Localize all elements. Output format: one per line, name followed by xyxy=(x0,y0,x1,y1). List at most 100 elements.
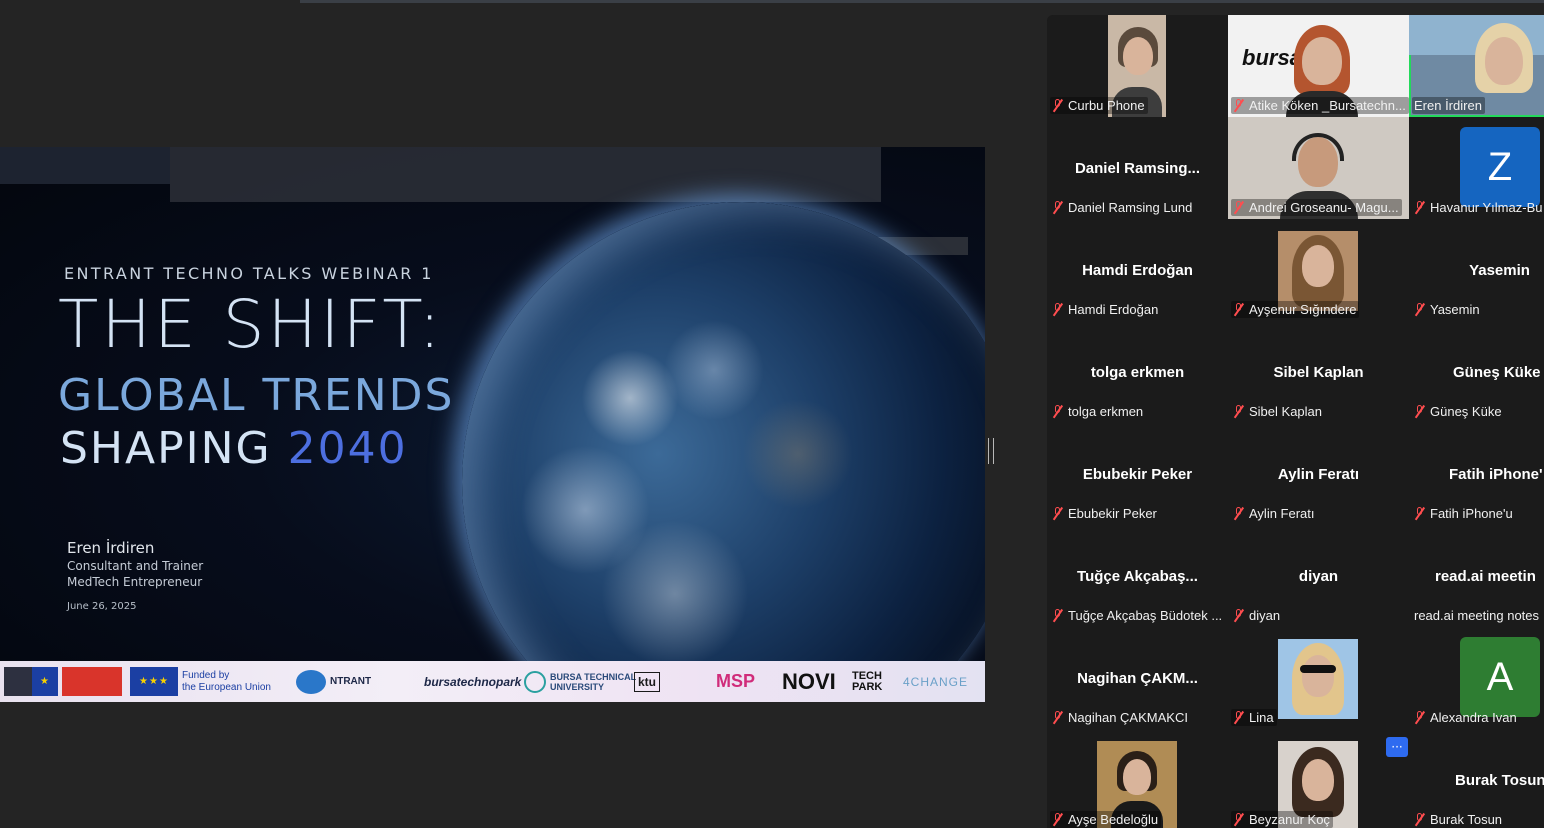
participant-tile[interactable]: Daniel Ramsing... Daniel Ramsing Lund xyxy=(1047,117,1228,219)
entrant-logo: NTRANT xyxy=(296,667,371,696)
participant-tile[interactable]: Ayşe Bedeloğlu xyxy=(1047,729,1228,828)
participant-name-label: Aylin Feratı xyxy=(1231,505,1318,522)
participant-photo xyxy=(1278,231,1358,311)
4change-logo: 4CHANGE xyxy=(903,674,969,689)
participant-avatar: Z xyxy=(1460,127,1540,207)
participant-tile[interactable]: Fatih iPhone' Fatih iPhone'u xyxy=(1409,423,1544,525)
mic-muted-icon xyxy=(1052,609,1064,622)
mic-muted-icon xyxy=(1414,405,1426,418)
participant-name-label: Fatih iPhone'u xyxy=(1412,505,1516,522)
panel-resize-handle[interactable] xyxy=(988,438,994,464)
mic-muted-icon xyxy=(1052,303,1064,316)
participant-name-label: Havanur Yılmaz-Bu xyxy=(1412,199,1544,216)
participant-name-label: Ayşenur Sığındere xyxy=(1231,301,1360,318)
participant-name-label: Nagihan ÇAKMAKCI xyxy=(1050,709,1191,726)
participant-tile[interactable]: Güneş Küke Güneş Küke xyxy=(1409,321,1544,423)
mic-muted-icon xyxy=(1052,405,1064,418)
participant-tile[interactable]: Ebubekir Peker Ebubekir Peker xyxy=(1047,423,1228,525)
participant-tile[interactable]: Lina xyxy=(1228,627,1409,729)
participant-display-name: read.ai meetin xyxy=(1435,568,1536,585)
participant-name-label: Hamdi Erdoğan xyxy=(1050,301,1161,318)
subtitle-year: 2040 xyxy=(287,423,408,474)
participant-tile[interactable]: read.ai meetin read.ai meeting notes xyxy=(1409,525,1544,627)
participant-tile[interactable]: Yasemin Yasemin xyxy=(1409,219,1544,321)
mic-muted-icon xyxy=(1233,201,1245,214)
participant-tile[interactable]: Tuğçe Akçabaş... Tuğçe Akçabaş Büdotek .… xyxy=(1047,525,1228,627)
participant-tile[interactable]: Sibel Kaplan Sibel Kaplan xyxy=(1228,321,1409,423)
mic-muted-icon xyxy=(1052,201,1064,214)
participant-display-name: Burak Tosun xyxy=(1455,772,1544,789)
subtitle-word: SHAPING xyxy=(60,423,272,474)
participant-name-label: Eren İrdiren xyxy=(1412,97,1485,114)
techpark-logo: TECH PARK xyxy=(852,669,883,693)
participant-name-label: Yasemin xyxy=(1412,301,1483,318)
msp-logo: MSP xyxy=(716,671,756,691)
participant-tile[interactable]: Z Havanur Yılmaz-Bu xyxy=(1409,117,1544,219)
mic-muted-icon xyxy=(1052,711,1064,724)
more-options-button[interactable]: ··· xyxy=(1386,737,1408,757)
participant-name-label: Tuğçe Akçabaş Büdotek ... xyxy=(1050,607,1225,624)
mic-muted-icon xyxy=(1233,99,1245,112)
partner-logo xyxy=(62,667,122,696)
participant-tile[interactable]: Andrei Groseanu- Magu... xyxy=(1228,117,1409,219)
eu-funding-text: Funded by xyxy=(182,669,230,681)
participant-display-name: Sibel Kaplan xyxy=(1273,364,1364,381)
background-brand-text: bursa xyxy=(1242,45,1302,70)
participant-name-label: read.ai meeting notes xyxy=(1414,608,1540,623)
mic-muted-icon xyxy=(1414,507,1426,520)
slide-subtitle-line1: GLOBAL TRENDS xyxy=(58,370,455,421)
presenter-name: Eren İrdiren xyxy=(67,539,155,557)
participant-name-label: Lina xyxy=(1231,709,1277,726)
ktu-logo: ktu xyxy=(634,667,660,696)
participant-tile[interactable]: tolga erkmen tolga erkmen xyxy=(1047,321,1228,423)
participant-display-name: Aylin Feratı xyxy=(1277,466,1360,483)
mic-muted-icon xyxy=(1233,609,1245,622)
presenter-role: MedTech Entrepreneur xyxy=(67,575,203,589)
eu-funding-text: the European Union xyxy=(182,681,271,693)
mic-muted-icon xyxy=(1233,813,1245,826)
headphones-icon xyxy=(1292,133,1344,161)
participant-display-name: Daniel Ramsing... xyxy=(1074,160,1201,177)
mic-muted-icon xyxy=(1414,813,1426,826)
participant-name-label: Alexandra Ivan xyxy=(1412,709,1520,726)
participant-display-name: Ebubekir Peker xyxy=(1082,466,1193,483)
participant-tile-active-speaker[interactable]: Eren İrdiren xyxy=(1409,15,1544,117)
mic-muted-icon xyxy=(1414,201,1426,214)
participant-tile[interactable]: A Alexandra Ivan xyxy=(1409,627,1544,729)
participant-name-label: Beyzanur Koç xyxy=(1231,811,1333,828)
participant-display-name: tolga erkmen xyxy=(1090,364,1185,381)
participant-tile[interactable]: Burak Tosun Burak Tosun xyxy=(1409,729,1544,828)
shared-screen-slide: ENTRANT TECHNO TALKS WEBINAR 1 THE SHIFT… xyxy=(0,147,985,702)
eu-flag-icon: ★ xyxy=(32,667,58,696)
participant-tile[interactable]: bursa Atike Köken _Bursatechn... xyxy=(1228,15,1409,117)
participant-tile[interactable]: Hamdi Erdoğan Hamdi Erdoğan xyxy=(1047,219,1228,321)
slide-decoration-bar xyxy=(170,147,881,202)
participant-tile[interactable]: Beyzanur Koç xyxy=(1228,729,1409,828)
slide-title: THE SHIFT: xyxy=(58,286,444,363)
sponsor-logo-strip: ★ ★★★ Funded by the European Union NTRAN… xyxy=(0,661,985,702)
participant-display-name: Tuğçe Akçabaş... xyxy=(1077,568,1198,585)
participant-name-label: Burak Tosun xyxy=(1412,811,1505,828)
mic-muted-icon xyxy=(1414,303,1426,316)
participant-name-label: Güneş Küke xyxy=(1412,403,1505,420)
participant-display-name: Güneş Küke xyxy=(1453,364,1541,381)
participant-name-label: Ebubekir Peker xyxy=(1050,505,1160,522)
participant-tile[interactable]: Ayşenur Sığındere xyxy=(1228,219,1409,321)
participant-name-label: Daniel Ramsing Lund xyxy=(1050,199,1195,216)
mic-muted-icon xyxy=(1233,405,1245,418)
participant-gallery: Curbu Phone bursa Atike Köken _Bursatech… xyxy=(1047,15,1544,828)
presenter-role: Consultant and Trainer xyxy=(67,559,204,573)
participant-tile[interactable]: Curbu Phone xyxy=(1047,15,1228,117)
mic-muted-icon xyxy=(1233,303,1245,316)
partner-logo xyxy=(4,667,32,696)
slide-decoration-bar xyxy=(0,147,170,184)
participant-photo xyxy=(1278,639,1358,719)
btu-logo: BURSA TECHNICAL UNIVERSITY xyxy=(524,667,636,696)
participant-tile[interactable]: Nagihan ÇAKM... Nagihan ÇAKMAKCI xyxy=(1047,627,1228,729)
mic-muted-icon xyxy=(1414,711,1426,724)
slide-date: June 26, 2025 xyxy=(67,601,137,612)
participant-name-label: tolga erkmen xyxy=(1050,403,1146,420)
participant-tile[interactable]: diyan diyan xyxy=(1228,525,1409,627)
webinar-label: ENTRANT TECHNO TALKS WEBINAR 1 xyxy=(64,264,434,283)
participant-tile[interactable]: Aylin Feratı Aylin Feratı xyxy=(1228,423,1409,525)
